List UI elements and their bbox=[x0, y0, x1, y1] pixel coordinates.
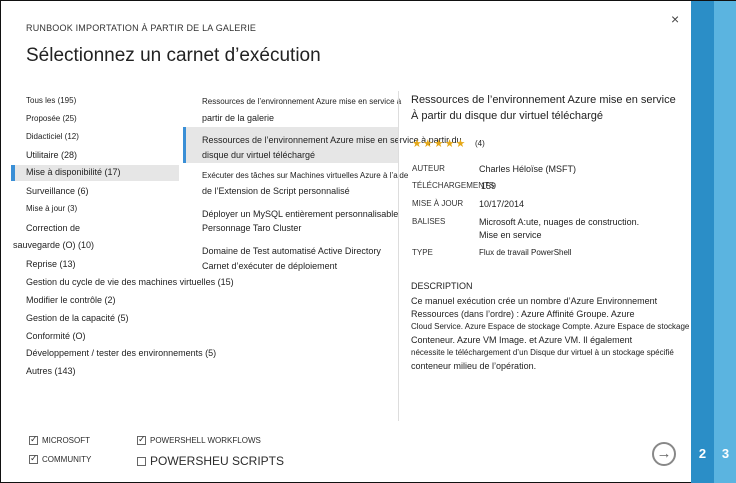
description-line: Cloud Service. Azure Espace de stockage … bbox=[411, 322, 690, 331]
wizard-step-2[interactable]: 2 bbox=[691, 1, 714, 483]
next-arrow-icon[interactable]: → bbox=[652, 442, 676, 466]
category-all[interactable]: Tous les (195) bbox=[26, 96, 76, 105]
description-line: nécessite le téléchargement d’un Disque … bbox=[411, 348, 674, 357]
runbook-title-line1: Domaine de Test automatisé Active Direct… bbox=[202, 246, 381, 256]
filter-microsoft[interactable]: MICROSOFT bbox=[29, 434, 90, 445]
description-line: Ce manuel exécution crée un nombre d’Azu… bbox=[411, 296, 658, 306]
category-capacity[interactable]: Gestion de la capacité (5) bbox=[26, 313, 129, 323]
import-runbook-dialog: RUNBOOK IMPORTATION À PARTIR DE LA GALER… bbox=[0, 0, 736, 483]
runbook-title-line2: disque dur virtuel téléchargé bbox=[202, 150, 316, 160]
powershell-workflows-checkbox[interactable] bbox=[137, 434, 146, 445]
category-dev-test[interactable]: Développement / tester des environnement… bbox=[26, 348, 216, 358]
dialog-subtitle: RUNBOOK IMPORTATION À PARTIR DE LA GALER… bbox=[26, 23, 257, 33]
runbook-title-line2: Carnet d’exécuter de déploiement bbox=[202, 261, 338, 271]
column-divider bbox=[398, 91, 399, 421]
rating-count: (4) bbox=[475, 139, 485, 148]
category-vm-lifecycle[interactable]: Gestion du cycle de vie des machines vir… bbox=[26, 277, 234, 287]
category-compliance[interactable]: Conformité (O) bbox=[26, 331, 86, 341]
updated-value: 10/17/2014 bbox=[479, 199, 525, 209]
rating-stars-icon: ★★★★★ bbox=[412, 138, 467, 150]
powershell-scripts-checkbox[interactable] bbox=[137, 456, 146, 466]
details-title-line2: À partir du disque dur virtuel télécharg… bbox=[411, 110, 603, 122]
description-line: Conteneur. Azure VM Image. et Azure VM. … bbox=[411, 335, 633, 345]
category-patching[interactable]: Mise à jour (3) bbox=[26, 204, 77, 213]
category-tutorial[interactable]: Didacticiel (12) bbox=[26, 132, 79, 141]
category-utility[interactable]: Utilitaire (28) bbox=[26, 150, 77, 160]
category-change-control[interactable]: Modifier le contrôle (2) bbox=[26, 295, 116, 305]
tags-line1: Microsoft A:ute, nuages de construction. bbox=[479, 217, 640, 227]
microsoft-label: MICROSOFT bbox=[42, 436, 90, 445]
category-monitoring[interactable]: Surveillance (6) bbox=[26, 186, 89, 196]
runbook-title-line1: Exécuter des tâches sur Machines virtuel… bbox=[202, 171, 409, 180]
runbook-title-line2: Personnage Taro Cluster bbox=[202, 223, 302, 233]
filter-powershell-scripts[interactable]: POWERSHEU SCRIPTS bbox=[137, 454, 284, 468]
category-provisioning[interactable]: Mise à disponibilité (17) bbox=[11, 165, 179, 181]
powershell-scripts-label: POWERSHEU SCRIPTS bbox=[150, 454, 285, 468]
tags-line2: Mise en service bbox=[479, 230, 542, 240]
runbook-title-line1: Déployer un MySQL entièrement personnali… bbox=[202, 209, 399, 219]
category-backup[interactable]: sauvegarde (O) (10) bbox=[13, 240, 94, 250]
filter-community[interactable]: COMMUNITY bbox=[29, 453, 92, 464]
type-value: Flux de travail PowerShell bbox=[479, 248, 572, 257]
powershell-workflows-label: POWERSHELL WORKFLOWS bbox=[150, 436, 261, 445]
author-label: AUTEUR bbox=[412, 164, 445, 173]
runbook-title-line1: Ressources de l’environnement Azure mise… bbox=[202, 97, 402, 106]
author-value: Charles Héloïse (MSFT) bbox=[479, 164, 577, 174]
updated-label: MISE À JOUR bbox=[412, 199, 464, 208]
category-featured[interactable]: Proposée (25) bbox=[26, 114, 77, 123]
community-checkbox[interactable] bbox=[29, 453, 38, 464]
step-2-number: 2 bbox=[698, 446, 707, 461]
close-icon[interactable]: × bbox=[671, 11, 679, 27]
microsoft-checkbox[interactable] bbox=[29, 434, 38, 445]
description-line: Ressources (dans l’ordre) : Azure Affini… bbox=[411, 309, 635, 319]
runbook-title-line2: partir de la galerie bbox=[202, 113, 275, 123]
filter-powershell-workflows[interactable]: POWERSHELL WORKFLOWS bbox=[137, 434, 261, 445]
dialog-title: Sélectionnez un carnet d’exécution bbox=[26, 45, 321, 66]
category-recovery[interactable]: Reprise (13) bbox=[26, 259, 76, 269]
downloads-value: 159 bbox=[481, 181, 497, 191]
runbook-title-line2: de l’Extension de Script personnalisé bbox=[202, 186, 350, 196]
type-label: TYPE bbox=[412, 248, 433, 257]
description-label: DESCRIPTION bbox=[411, 281, 473, 291]
step-3-number: 3 bbox=[721, 446, 730, 461]
wizard-step-3[interactable]: 3 bbox=[714, 1, 736, 483]
details-title-line1: Ressources de l’environnement Azure mise… bbox=[411, 94, 676, 106]
description-line: conteneur milieu de l’opération. bbox=[411, 361, 537, 371]
category-remediation[interactable]: Correction de bbox=[26, 223, 80, 233]
tags-label: BALISES bbox=[412, 217, 446, 226]
category-other[interactable]: Autres (143) bbox=[26, 366, 76, 376]
community-label: COMMUNITY bbox=[42, 455, 92, 464]
